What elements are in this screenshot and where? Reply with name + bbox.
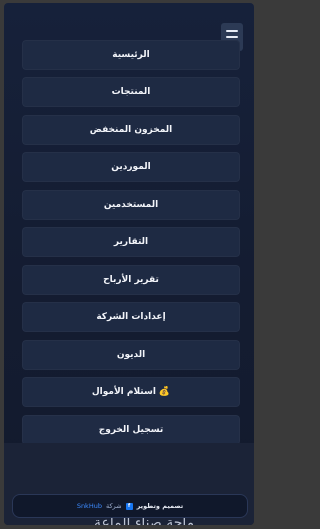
menu-item-label: تسجيل الخروج [98,425,164,435]
menu-item-profit-report[interactable]: تقرير الأرباح [22,265,240,295]
facebook-icon[interactable]: f [125,502,133,510]
menu-item-label: تقرير الأرباح [103,275,159,285]
menu-item-label: المنتجات [111,87,151,97]
menu-item-suppliers[interactable]: الموردين [22,152,240,182]
menu-item-label: استلام الأموال [91,387,156,397]
menu-item-label: المستخدمين [103,200,159,210]
menu-item-users[interactable]: المستخدمين [22,190,240,220]
footer-credit[interactable]: SnkHub شركة f تصميم وتطوير [12,494,248,518]
money-bag-icon: 💰 [158,387,171,397]
menu-item-low-stock[interactable]: المخزون المنخفض [22,115,240,145]
footer-brand[interactable]: SnkHub [77,502,102,510]
menu-item-label: المخزون المنخفض [89,125,173,135]
menu-item-label: الموردين [111,162,151,172]
menu-item-receive-money[interactable]: استلام الأموال 💰 [22,377,240,407]
menu-item-label: الديون [116,350,146,360]
menu-item-label: التقارير [113,237,149,247]
menu-item-reports[interactable]: التقارير [22,227,240,257]
footer-credit-label: تصميم وتطوير [136,502,184,510]
hamburger-line [226,36,238,38]
menu-item-company-settings[interactable]: إعدادات الشركة [22,302,240,332]
menu-item-products[interactable]: المنتجات [22,77,240,107]
footer-company: شركة [105,502,122,510]
menu-item-label: إعدادات الشركة [96,312,166,322]
menu-item-debts[interactable]: الديون [22,340,240,370]
menu-item-label: الرئيسية [112,50,150,60]
sidebar-drawer: الرئيسية المنتجات المخزون المنخفض المورد… [4,3,254,525]
menu-item-logout[interactable]: تسجيل الخروج [22,415,240,445]
hamburger-line [226,30,238,32]
menu-item-home[interactable]: الرئيسية [22,40,240,70]
